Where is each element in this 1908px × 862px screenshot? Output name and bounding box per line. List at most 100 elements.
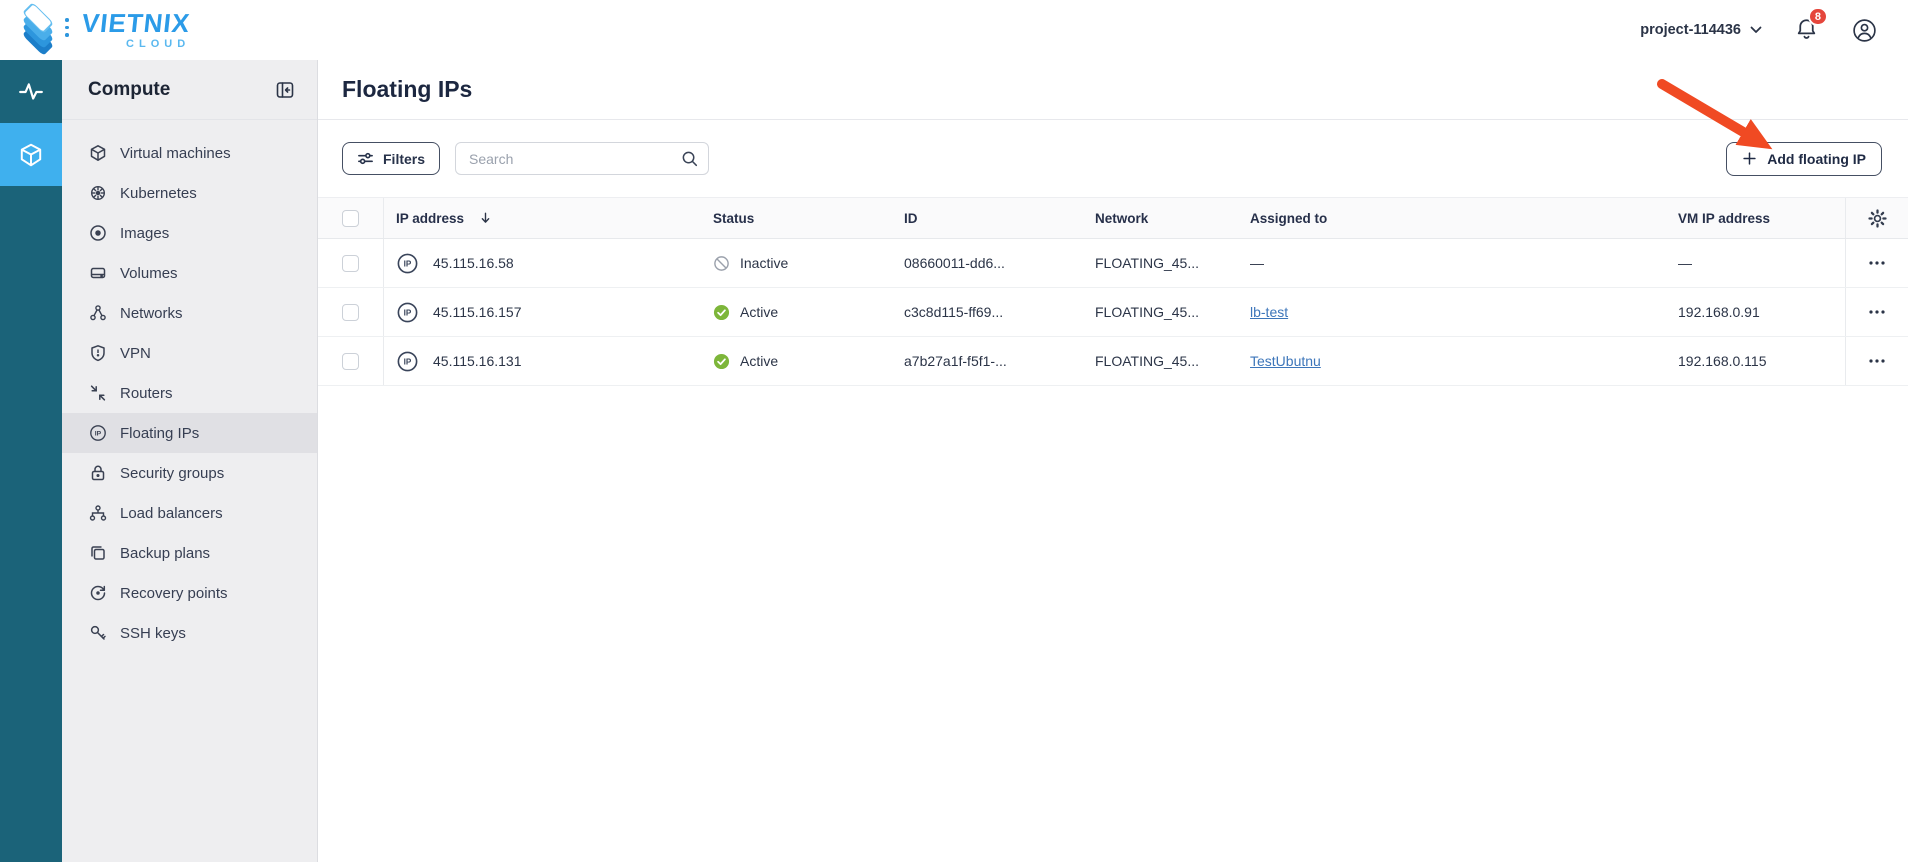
network-value: FLOATING_45... bbox=[1095, 255, 1199, 271]
vm-ip-value: 192.168.0.115 bbox=[1678, 353, 1767, 369]
id-value: a7b27a1f-f5f1-... bbox=[904, 353, 1007, 369]
column-id: ID bbox=[904, 210, 918, 226]
row-actions-button[interactable] bbox=[1864, 256, 1890, 270]
sidebar-item-recovery-points[interactable]: Recovery points bbox=[62, 573, 317, 613]
plus-icon bbox=[1743, 152, 1756, 165]
copy-icon bbox=[88, 544, 107, 562]
ellipsis-icon bbox=[1869, 261, 1885, 265]
sidebar-item-networks[interactable]: Networks bbox=[62, 293, 317, 333]
hierarchy-icon bbox=[88, 504, 107, 522]
compute-sidebar: Compute Virtual machines Kubernetes Imag… bbox=[62, 60, 318, 862]
svg-text:IP: IP bbox=[404, 308, 412, 317]
status-value: Inactive bbox=[740, 255, 789, 271]
svg-text:IP: IP bbox=[404, 259, 412, 268]
chevron-down-icon bbox=[1750, 26, 1762, 33]
status-value: Active bbox=[740, 353, 779, 369]
gear-icon bbox=[1867, 208, 1887, 228]
column-status: Status bbox=[713, 210, 755, 226]
table-header: IP address Status ID Network Assigned to… bbox=[318, 197, 1908, 239]
select-all-checkbox[interactable] bbox=[342, 209, 359, 227]
id-value: c3c8d115-ff69... bbox=[904, 304, 1004, 320]
network-value: FLOATING_45... bbox=[1095, 353, 1199, 369]
row-checkbox[interactable] bbox=[342, 352, 359, 370]
search-input[interactable] bbox=[455, 142, 710, 175]
sidebar-item-volumes[interactable]: Volumes bbox=[62, 253, 317, 293]
sidebar-item-virtual-machines[interactable]: Virtual machines bbox=[62, 133, 317, 173]
row-actions-button[interactable] bbox=[1864, 305, 1890, 319]
page-title: Floating IPs bbox=[342, 76, 473, 102]
column-assigned-to: Assigned to bbox=[1250, 210, 1328, 226]
cube-icon bbox=[20, 143, 42, 166]
network-value: FLOATING_45... bbox=[1095, 304, 1199, 320]
row-checkbox[interactable] bbox=[342, 303, 359, 321]
sidebar-item-security-groups[interactable]: Security groups bbox=[62, 453, 317, 493]
status-value: Active bbox=[740, 304, 779, 320]
column-network: Network bbox=[1095, 210, 1149, 226]
module-rail bbox=[0, 60, 62, 862]
column-ip-address: IP address bbox=[396, 210, 465, 226]
main-content: Floating IPs Filters Search Add floating… bbox=[318, 60, 1908, 862]
svg-text:IP: IP bbox=[94, 431, 101, 438]
ip-address-value: 45.115.16.157 bbox=[433, 304, 522, 320]
filters-button[interactable]: Filters bbox=[342, 142, 441, 175]
row-actions-button[interactable] bbox=[1864, 354, 1890, 368]
ip-circle-icon: IP bbox=[397, 351, 418, 371]
cube-icon bbox=[88, 144, 107, 162]
sidebar-item-ssh-keys[interactable]: SSH keys bbox=[62, 613, 317, 653]
brand-name: VIETNIX bbox=[80, 8, 192, 38]
ellipsis-icon bbox=[1869, 310, 1885, 314]
panel-collapse-icon bbox=[276, 81, 294, 98]
vm-ip-value: — bbox=[1678, 255, 1692, 271]
vm-ip-value: 192.168.0.91 bbox=[1678, 304, 1760, 320]
row-checkbox[interactable] bbox=[342, 254, 359, 272]
user-avatar-button[interactable] bbox=[1851, 17, 1878, 44]
ip-address-value: 45.115.16.131 bbox=[433, 353, 522, 369]
active-status-icon bbox=[713, 304, 730, 320]
sidebar-item-images[interactable]: Images bbox=[62, 213, 317, 253]
ip-circle-icon: IP bbox=[88, 424, 107, 442]
ip-circle-icon: IP bbox=[397, 253, 418, 273]
sidebar-title: Compute bbox=[88, 78, 171, 100]
disc-icon bbox=[88, 224, 107, 242]
sidebar-item-vpn[interactable]: VPN bbox=[62, 333, 317, 373]
notification-count-badge: 8 bbox=[1807, 7, 1828, 26]
routes-icon bbox=[88, 384, 107, 402]
top-header: VIETNIX CLOUD project-114436 8 bbox=[0, 0, 1908, 60]
active-status-icon bbox=[713, 353, 730, 369]
assigned-to-link[interactable]: lb-test bbox=[1250, 304, 1288, 320]
sidebar-item-floating-ips[interactable]: IP Floating IPs bbox=[62, 413, 317, 453]
activity-pulse-icon bbox=[19, 82, 43, 100]
shield-icon bbox=[88, 344, 107, 362]
ellipsis-icon bbox=[1869, 359, 1885, 363]
sort-descending-icon[interactable] bbox=[479, 211, 492, 225]
table-row: IP 45.115.16.131 Active a7b27a1f-f5f1-..… bbox=[318, 337, 1908, 386]
rail-item-dashboard[interactable] bbox=[0, 60, 62, 123]
svg-text:IP: IP bbox=[404, 357, 412, 366]
logo-layers-icon bbox=[16, 2, 69, 57]
id-value: 08660011-dd6... bbox=[904, 255, 1005, 271]
drive-icon bbox=[88, 264, 107, 282]
brand-tagline: CLOUD bbox=[126, 38, 191, 50]
ip-circle-icon: IP bbox=[397, 302, 418, 322]
sidebar-item-routers[interactable]: Routers bbox=[62, 373, 317, 413]
rail-item-compute[interactable] bbox=[0, 123, 62, 186]
restore-icon bbox=[88, 584, 107, 602]
padlock-icon bbox=[88, 464, 107, 482]
network-nodes-icon bbox=[88, 304, 107, 322]
column-vm-ip-address: VM IP address bbox=[1678, 210, 1771, 226]
table-settings-button[interactable] bbox=[1867, 208, 1887, 228]
inactive-status-icon bbox=[714, 255, 729, 271]
sidebar-item-load-balancers[interactable]: Load balancers bbox=[62, 493, 317, 533]
assigned-to-link[interactable]: TestUbutnu bbox=[1250, 353, 1321, 369]
sidebar-item-kubernetes[interactable]: Kubernetes bbox=[62, 173, 317, 213]
assigned-to-value: — bbox=[1250, 255, 1264, 271]
sidebar-collapse-button[interactable] bbox=[275, 80, 295, 100]
sidebar-item-backup-plans[interactable]: Backup plans bbox=[62, 533, 317, 573]
add-floating-ip-button[interactable]: Add floating IP bbox=[1726, 141, 1882, 176]
table-row: IP 45.115.16.58 Inactive 08660011-dd6...… bbox=[318, 239, 1908, 288]
project-selector[interactable]: project-114436 bbox=[1640, 22, 1762, 38]
project-selector-label: project-114436 bbox=[1640, 22, 1741, 38]
notifications-button[interactable]: 8 bbox=[1794, 7, 1828, 45]
vietnix-logo[interactable]: VIETNIX CLOUD bbox=[16, 2, 192, 57]
sliders-icon bbox=[358, 152, 373, 165]
